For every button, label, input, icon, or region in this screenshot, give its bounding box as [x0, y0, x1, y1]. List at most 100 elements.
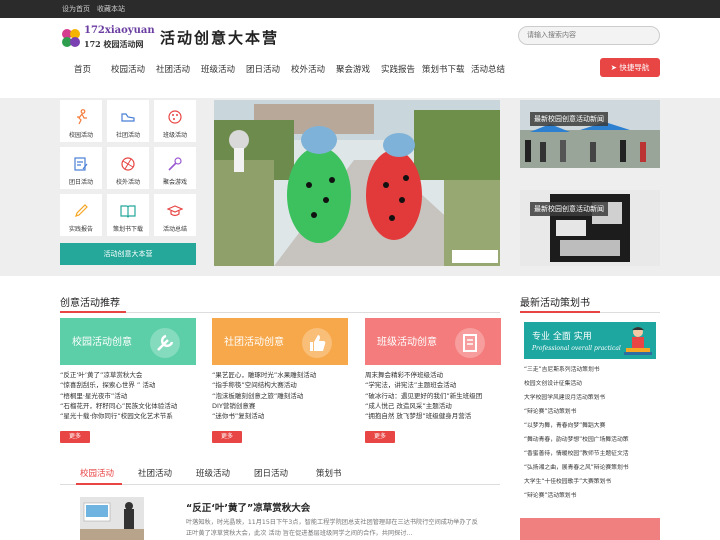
plans-section-title: 最新活动策划书	[520, 298, 590, 309]
nav-item-summary[interactable]: 活动总结	[471, 63, 505, 75]
card-list-campus: “反正‘叶’黄了”凉草赏秋大会 “惊喜刮刮乐，探索心世界 ” 活动 “梧桐里·星…	[60, 370, 196, 421]
list-item[interactable]: “果艺匠心，雕琢时光”水果雕刻活动	[212, 370, 348, 380]
nav-item-outdoor[interactable]: 校外活动	[291, 63, 325, 75]
banner-slider[interactable]	[214, 100, 500, 266]
category-tile-club[interactable]: 社团活动	[107, 100, 149, 142]
more-button-campus[interactable]: 更多	[60, 431, 90, 443]
plan-item[interactable]: “辩论赛”活动策划书	[524, 406, 664, 415]
bookmark-link[interactable]: 收藏本站	[97, 4, 125, 14]
category-tile-class[interactable]: 班级活动	[154, 100, 196, 142]
article-title[interactable]: “反正‘叶’黄了”凉草赏秋大会	[186, 500, 310, 514]
category-label: 团日活动	[68, 179, 93, 186]
list-item[interactable]: “学宪法，讲宪法”主题班会活动	[365, 380, 501, 390]
nav-item-home[interactable]: 首页	[74, 63, 91, 75]
tab-club[interactable]: 社团活动	[138, 467, 172, 479]
nav-item-club[interactable]: 社团活动	[156, 63, 190, 75]
plan-item[interactable]: “辩论赛”活动策划书	[524, 490, 664, 499]
quick-nav-label: 快捷导航	[619, 63, 650, 72]
category-tile-campus[interactable]: 校园活动	[60, 100, 102, 142]
ball-icon	[121, 157, 135, 171]
list-item[interactable]: “惊喜刮刮乐，探索心世界 ” 活动	[60, 380, 196, 390]
document-edit-icon	[74, 157, 88, 171]
category-tile-plans[interactable]: 策划书下载	[107, 194, 149, 236]
category-tile-summary[interactable]: 活动总结	[154, 194, 196, 236]
list-item[interactable]: “迷你书”复刻活动	[212, 411, 348, 421]
card-title: 校园活动创意	[72, 337, 132, 348]
activity-hub-button[interactable]: 活动创意大本营	[60, 243, 196, 265]
nav-item-party-games[interactable]: 聚会游戏	[336, 63, 370, 75]
list-item[interactable]: “梧桐里·星光夜市”活动	[60, 391, 196, 401]
tab-campus[interactable]: 校园活动	[80, 467, 114, 479]
nav-item-class[interactable]: 班级活动	[201, 63, 235, 75]
card-header-club[interactable]: 社团活动创意	[212, 318, 348, 365]
more-button-club[interactable]: 更多	[212, 431, 242, 443]
card-list-class: 周末舞会精彩不停班级活动 “学宪法，讲宪法”主题班会活动 “破冰行动：遇见更好的…	[365, 370, 501, 421]
nav-item-league[interactable]: 团日活动	[246, 63, 280, 75]
plan-item[interactable]: “香蜜善待，情暖校园”教师节主题征文活	[524, 448, 664, 457]
category-label: 班级活动	[162, 132, 187, 139]
page: 设为首页 收藏本站 172xiaoyuan 172 校园活动网 活动创意大本营 …	[0, 0, 720, 540]
category-label: 校外活动	[115, 179, 140, 186]
category-tile-party-games[interactable]: 聚会游戏	[154, 147, 196, 189]
tab-class[interactable]: 班级活动	[196, 467, 230, 479]
list-item[interactable]: “成人悦己 改造风采”主题活动	[365, 401, 501, 411]
list-item[interactable]: “拥抱自然 放飞梦想”班级健身月营活	[365, 411, 501, 421]
tab-league[interactable]: 团日活动	[254, 467, 288, 479]
list-item[interactable]: “星光十载·你你同行”校园文化艺术节系	[60, 411, 196, 421]
set-home-link[interactable]: 设为首页	[62, 4, 90, 14]
logo-icon[interactable]	[60, 27, 82, 49]
quick-nav-button[interactable]: ➤ 快捷导航	[600, 58, 660, 77]
nav-item-plans[interactable]: 策划书下载	[422, 63, 465, 75]
graduation-cap-icon	[167, 205, 183, 217]
wrench-icon	[150, 328, 180, 358]
list-item[interactable]: “指手称筷”空间结构大赛活动	[212, 380, 348, 390]
plans-promo-banner[interactable]: 专业 全面 实用 Professional overall practical	[524, 322, 656, 359]
book-icon	[120, 205, 136, 218]
category-label: 校园活动	[68, 132, 93, 139]
category-label: 活动总结	[162, 226, 187, 233]
search-input[interactable]	[518, 26, 660, 45]
active-tab-underline	[76, 483, 122, 485]
list-item[interactable]: “石榴花开，籽籽同心”民族文化体验活动	[60, 401, 196, 411]
plan-item[interactable]: 校园文创设计征集活动	[524, 378, 664, 387]
list-item[interactable]: “泡沫板雕刻创意之旅”雕刻活动	[212, 391, 348, 401]
plan-item[interactable]: “以梦为舞，青春向梦”舞蹈大赛	[524, 420, 664, 429]
divider	[60, 484, 500, 485]
tab-plans[interactable]: 策划书	[316, 467, 342, 479]
list-item[interactable]: “破冰行动：遇见更好的我们”新生班级团	[365, 391, 501, 401]
title-underline	[60, 311, 126, 313]
side-news-card[interactable]: 最新校园创意活动新闻	[520, 100, 660, 168]
card-header-campus[interactable]: 校园活动创意	[60, 318, 196, 365]
plan-item[interactable]: 大学校园学风建设月活动策划书	[524, 392, 664, 401]
side-news-card[interactable]: 最新校园创意活动新闻	[520, 190, 660, 266]
category-tile-league[interactable]: 团日活动	[60, 147, 102, 189]
plan-item[interactable]: 大学生“十佳校园歌手”大赛策划书	[524, 476, 664, 485]
plan-item[interactable]: “三走”吉尼斯系列活动策划书	[524, 364, 664, 373]
category-tile-practice[interactable]: 实践报告	[60, 194, 102, 236]
list-item[interactable]: 周末舞会精彩不停班级活动	[365, 370, 501, 380]
banner-photo	[214, 100, 500, 266]
more-button-class[interactable]: 更多	[365, 431, 395, 443]
list-item[interactable]: “反正‘叶’黄了”凉草赏秋大会	[60, 370, 196, 380]
thumbs-up-icon	[302, 328, 332, 358]
category-label: 社团活动	[115, 132, 140, 139]
nav-item-campus[interactable]: 校园活动	[111, 63, 145, 75]
article-excerpt: 叶落知秋，时光晶映，11月15日下午3点，智能工程学院团总支社团管理部在三达书院…	[186, 519, 478, 537]
list-item[interactable]: DIY营销创意赛	[212, 401, 348, 411]
card-list-club: “果艺匠心，雕琢时光”水果雕刻活动 “指手称筷”空间结构大赛活动 “泡沫板雕刻创…	[212, 370, 348, 421]
article-thumbnail[interactable]	[80, 497, 144, 540]
microphone-icon	[168, 157, 182, 171]
category-label: 策划书下载	[112, 226, 143, 233]
category-label: 聚会游戏	[162, 179, 187, 186]
logo-text-en: 172xiaoyuan	[84, 25, 155, 36]
logo-text-cn: 172 校园活动网	[84, 39, 144, 49]
category-tile-outdoor[interactable]: 校外活动	[107, 147, 149, 189]
bottom-promo-banner[interactable]	[520, 518, 660, 540]
plan-item[interactable]: “舞动青春，韵动梦想”校园广场舞活动策	[524, 434, 664, 443]
plan-item[interactable]: “弘扬湘之曲，展青春之风”辩论赛策划书	[524, 462, 664, 471]
category-label: 实践报告	[68, 226, 93, 233]
card-header-class[interactable]: 班级活动创意	[365, 318, 501, 365]
title-underline	[520, 311, 600, 313]
nav-item-practice[interactable]: 实践报告	[381, 63, 415, 75]
running-person-icon	[77, 109, 87, 125]
